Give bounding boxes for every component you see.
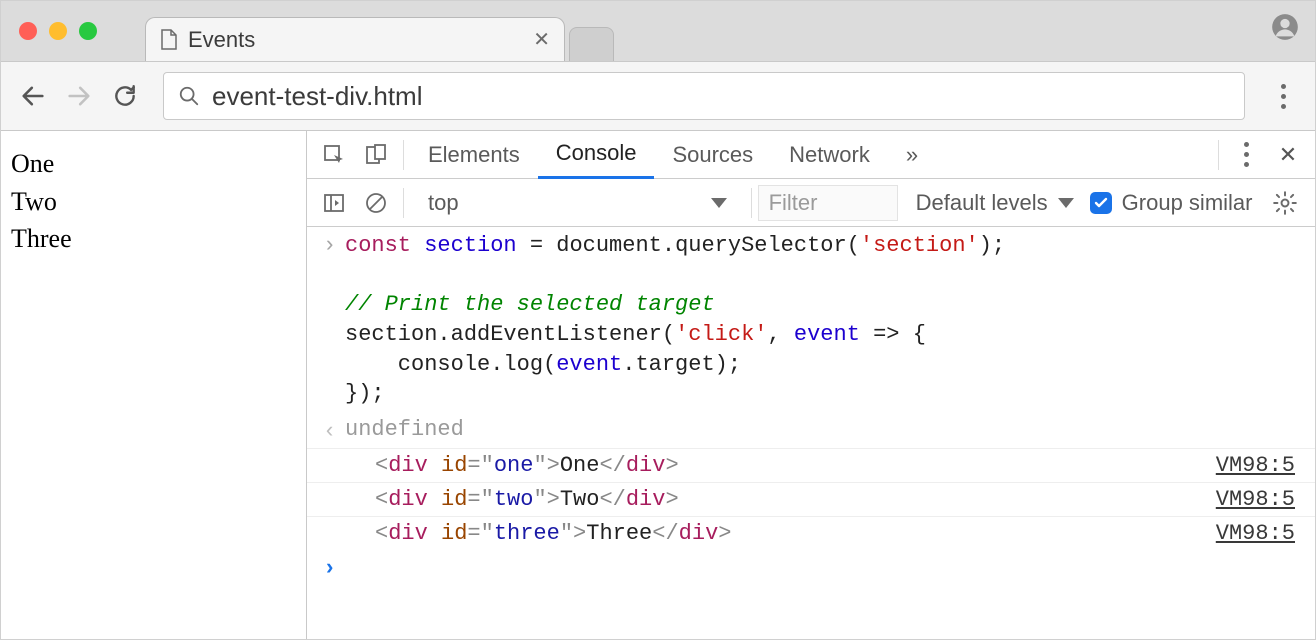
group-similar-checkbox[interactable]: Group similar: [1090, 190, 1253, 216]
tab-strip: Events ✕: [1, 1, 1315, 61]
tab-network[interactable]: Network: [771, 131, 888, 179]
device-toolbar-button[interactable]: [355, 131, 397, 179]
levels-label: Default levels: [916, 190, 1048, 216]
gear-icon[interactable]: [1272, 190, 1298, 216]
sidebar-icon: [322, 191, 346, 215]
inspect-element-button[interactable]: [313, 131, 355, 179]
url-text: event-test-div.html: [212, 81, 422, 112]
tab-console[interactable]: Console: [538, 131, 655, 179]
log-gutter: [323, 487, 345, 489]
clear-icon: [364, 191, 388, 215]
console-log-entry[interactable]: <div id="two">Two</div>VM98:5: [307, 482, 1315, 516]
inspect-icon: [322, 143, 346, 167]
minimize-window-button[interactable]: [49, 22, 67, 40]
browser-menu-button[interactable]: [1265, 84, 1301, 109]
console-input-line: › const section = document.querySelector…: [307, 227, 1315, 413]
input-prompt-icon: ›: [323, 231, 345, 258]
new-tab-button[interactable]: [569, 27, 614, 61]
reload-button[interactable]: [107, 78, 143, 114]
tab-elements[interactable]: Elements: [410, 131, 538, 179]
console-log-entry[interactable]: <div id="one">One</div>VM98:5: [307, 448, 1315, 482]
tab-title: Events: [188, 27, 255, 53]
close-window-button[interactable]: [19, 22, 37, 40]
source-link[interactable]: VM98:5: [1216, 521, 1305, 546]
close-tab-icon[interactable]: ✕: [533, 27, 550, 52]
tab-sources[interactable]: Sources: [654, 131, 771, 179]
console-toolbar: top Filter Default levels Group similar: [307, 179, 1315, 227]
reload-icon: [112, 83, 138, 109]
console-sidebar-toggle[interactable]: [313, 179, 355, 227]
checkbox-checked-icon: [1090, 192, 1112, 214]
tabs-overflow[interactable]: »: [888, 131, 936, 179]
forward-button[interactable]: [61, 78, 97, 114]
return-value: undefined: [345, 417, 1305, 442]
window-controls: [15, 1, 97, 61]
browser-chrome: Events ✕ event-test-div.html: [1, 1, 1315, 131]
console-return-line: › undefined: [307, 413, 1315, 448]
logged-element: <div id="two">Two</div>: [345, 487, 1216, 512]
devtools-tabstrip: Elements Console Sources Network » ✕: [307, 131, 1315, 179]
browser-tab[interactable]: Events ✕: [145, 17, 565, 61]
close-icon: ✕: [1279, 142, 1297, 168]
address-bar[interactable]: event-test-div.html: [163, 72, 1245, 120]
context-label: top: [428, 190, 459, 216]
group-similar-label: Group similar: [1122, 190, 1253, 216]
maximize-window-button[interactable]: [79, 22, 97, 40]
chevron-down-icon: [1058, 198, 1074, 208]
console-log-entry[interactable]: <div id="three">Three</div>VM98:5: [307, 516, 1315, 550]
search-icon: [178, 85, 200, 107]
log-gutter: [323, 453, 345, 455]
clear-console-button[interactable]: [355, 179, 397, 227]
source-link[interactable]: VM98:5: [1216, 487, 1305, 512]
navigation-toolbar: event-test-div.html: [1, 61, 1315, 131]
device-icon: [364, 143, 388, 167]
log-gutter: [323, 521, 345, 523]
filter-input[interactable]: Filter: [758, 185, 898, 221]
filter-placeholder: Filter: [769, 190, 818, 216]
output-prompt-icon: ›: [323, 417, 345, 444]
logged-element: <div id="one">One</div>: [345, 453, 1216, 478]
context-selector[interactable]: top: [416, 185, 739, 221]
profile-icon[interactable]: [1271, 13, 1299, 41]
console-input-empty[interactable]: ›: [307, 550, 1315, 585]
devtools-close-button[interactable]: ✕: [1267, 131, 1309, 179]
back-button[interactable]: [15, 78, 51, 114]
log-levels-selector[interactable]: Default levels: [916, 190, 1074, 216]
arrow-right-icon: [65, 82, 93, 110]
source-link[interactable]: VM98:5: [1216, 453, 1305, 478]
content-line-one[interactable]: One: [11, 145, 296, 183]
console-output[interactable]: › const section = document.querySelector…: [307, 227, 1315, 639]
file-icon: [160, 29, 178, 51]
devtools-panel: Elements Console Sources Network » ✕: [307, 131, 1315, 639]
chevron-down-icon: [711, 198, 727, 208]
content-line-two[interactable]: Two: [11, 183, 296, 221]
content-line-three[interactable]: Three: [11, 220, 296, 258]
input-prompt-icon: ›: [323, 554, 345, 581]
page-content[interactable]: One Two Three: [1, 131, 307, 639]
logged-element: <div id="three">Three</div>: [345, 521, 1216, 546]
devtools-menu-button[interactable]: [1225, 131, 1267, 179]
console-code: const section = document.querySelector('…: [345, 231, 1305, 409]
arrow-left-icon: [19, 82, 47, 110]
